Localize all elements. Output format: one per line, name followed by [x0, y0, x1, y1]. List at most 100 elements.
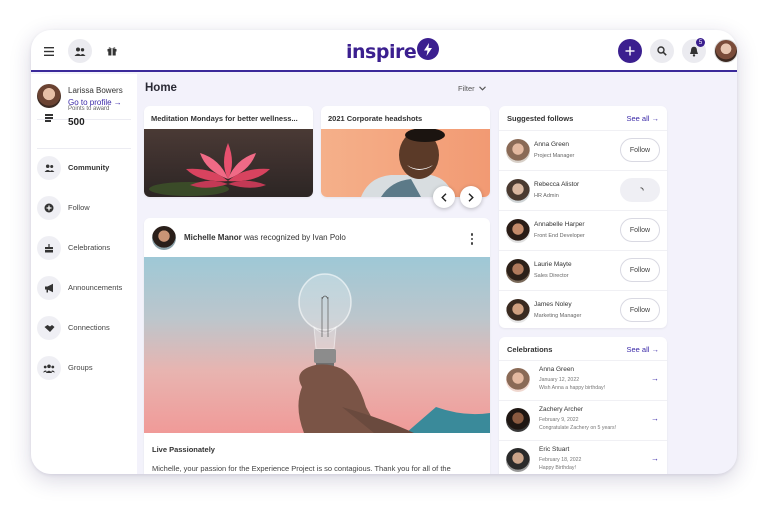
celebration-row[interactable]: Eric Stuart February 18, 2022 Happy Birt… [499, 440, 667, 474]
user-avatar[interactable] [714, 39, 737, 63]
add-button[interactable] [618, 39, 642, 63]
divider [37, 148, 131, 149]
celebration-row[interactable]: Anna Green January 12, 2022 Wish Anna a … [499, 360, 667, 400]
follow-button[interactable]: Follow [620, 218, 660, 242]
sidebar-item-label: Community [68, 163, 110, 172]
gift-icon[interactable] [100, 39, 124, 63]
sidebar-item-announcements[interactable]: Announcements [31, 274, 137, 302]
celebration-row[interactable]: Zachery Archer February 9, 2022 Congratu… [499, 400, 667, 440]
person-role: Front End Developer [534, 233, 585, 239]
suggested-person-row: Annabelle Harper Front End Developer Fol… [499, 210, 667, 250]
post-action-text: was recognized by Ivan Polo [241, 233, 346, 242]
follow-label: Follow [629, 226, 651, 234]
spinner-icon [639, 186, 644, 191]
group-icon [37, 356, 61, 380]
see-all-link[interactable]: See all → [626, 345, 659, 354]
celebration-name: Zachery Archer [539, 406, 584, 413]
carousel-prev-button[interactable] [433, 186, 455, 208]
person-avatar[interactable] [506, 299, 530, 323]
person-name[interactable]: Annabelle Harper [534, 221, 585, 228]
sidebar-item-community[interactable]: Community [31, 154, 137, 182]
carousel-card[interactable]: 2021 Corporate headshots [321, 106, 490, 197]
sidebar-item-label: Follow [68, 203, 90, 212]
person-name[interactable]: Rebecca Alistor [534, 181, 579, 188]
notification-badge: 5 [696, 38, 705, 47]
person-role: HR Admin [534, 193, 559, 199]
hamburger-icon[interactable] [37, 39, 61, 63]
carousel-card[interactable]: Meditation Mondays for better wellness..… [144, 106, 313, 197]
page-title: Home [145, 82, 177, 94]
filter-dropdown[interactable]: Filter [458, 84, 486, 93]
follow-label: Follow [629, 266, 651, 274]
person-role: Marketing Manager [534, 313, 582, 319]
cake-icon [37, 236, 61, 260]
person-avatar [506, 408, 530, 432]
sidebar-item-follow[interactable]: Follow [31, 194, 137, 222]
sidebar-item-celebrations[interactable]: Celebrations [31, 234, 137, 262]
recognition-post[interactable]: Michelle Manor was recognized by Ivan Po… [144, 218, 490, 474]
top-bar: inspire 5 [31, 30, 737, 72]
follow-button-loading[interactable] [620, 178, 660, 202]
more-options-icon[interactable] [467, 232, 477, 246]
lightbulb-image [144, 257, 490, 433]
chevron-left-icon [441, 192, 447, 202]
person-role: Project Manager [534, 153, 575, 159]
points-label: Points to award [68, 106, 110, 112]
panel-title: Suggested follows [507, 114, 574, 123]
arrow-right-icon[interactable]: → [651, 414, 659, 423]
person-name[interactable]: Laurie Mayte [534, 261, 572, 268]
post-author-name[interactable]: Michelle Manor [184, 233, 242, 242]
person-role: Sales Director [534, 273, 569, 279]
suggested-person-row: James Noley Marketing Manager Follow [499, 290, 667, 328]
sidebar-item-label: Celebrations [68, 243, 111, 252]
sidebar-item-groups[interactable]: Groups [31, 354, 137, 382]
post-title: Live Passionately [152, 445, 215, 454]
search-button[interactable] [650, 39, 674, 63]
person-avatar[interactable] [506, 219, 530, 243]
suggested-person-row: Anna Green Project Manager Follow [499, 130, 667, 170]
profile-name: Larissa Bowers [68, 86, 123, 95]
follow-button[interactable]: Follow [620, 258, 660, 282]
person-avatar [506, 448, 530, 472]
celebration-message: Happy Birthday! [539, 465, 576, 471]
celebration-date: February 18, 2022 [539, 457, 582, 463]
bell-icon [690, 46, 698, 57]
person-avatar[interactable] [506, 139, 530, 163]
follow-button[interactable]: Follow [620, 138, 660, 162]
sidebar: Larissa Bowers Go to profile → Points to… [31, 74, 137, 474]
sidebar-item-connections[interactable]: Connections [31, 314, 137, 342]
handshake-icon [37, 316, 61, 340]
people-icon[interactable] [68, 39, 92, 63]
see-all-link[interactable]: See all → [626, 114, 659, 123]
people-icon [37, 156, 61, 180]
sidebar-item-label: Groups [68, 363, 93, 372]
person-avatar[interactable] [506, 259, 530, 283]
post-header: Michelle Manor was recognized by Ivan Po… [184, 233, 346, 242]
filter-label: Filter [458, 84, 475, 93]
card-title: Meditation Mondays for better wellness..… [151, 114, 298, 123]
arrow-right-icon[interactable]: → [651, 454, 659, 463]
suggested-person-row: Rebecca Alistor HR Admin [499, 170, 667, 210]
person-avatar [506, 368, 530, 392]
lotus-image [144, 129, 313, 197]
chevron-right-icon [468, 192, 474, 202]
brand-logo[interactable]: inspire [346, 38, 440, 65]
carousel-next-button[interactable] [460, 186, 482, 208]
search-icon [657, 46, 667, 56]
person-name[interactable]: James Noley [534, 301, 572, 308]
person-avatar[interactable] [506, 179, 530, 203]
celebration-date: January 12, 2022 [539, 377, 580, 383]
sidebar-item-label: Announcements [68, 283, 123, 292]
follow-button[interactable]: Follow [620, 298, 660, 322]
follow-label: Follow [629, 306, 651, 314]
arrow-right-icon[interactable]: → [651, 374, 659, 383]
megaphone-icon [37, 276, 61, 300]
sidebar-item-label: Connections [68, 323, 110, 332]
plus-circle-icon [37, 196, 61, 220]
points-value: 500 [68, 117, 85, 128]
plus-icon [625, 46, 635, 56]
suggested-person-row: Laurie Mayte Sales Director Follow [499, 250, 667, 290]
person-name[interactable]: Anna Green [534, 141, 569, 148]
post-body: Michelle, your passion for the Experienc… [152, 464, 451, 473]
card-title: 2021 Corporate headshots [328, 114, 423, 123]
